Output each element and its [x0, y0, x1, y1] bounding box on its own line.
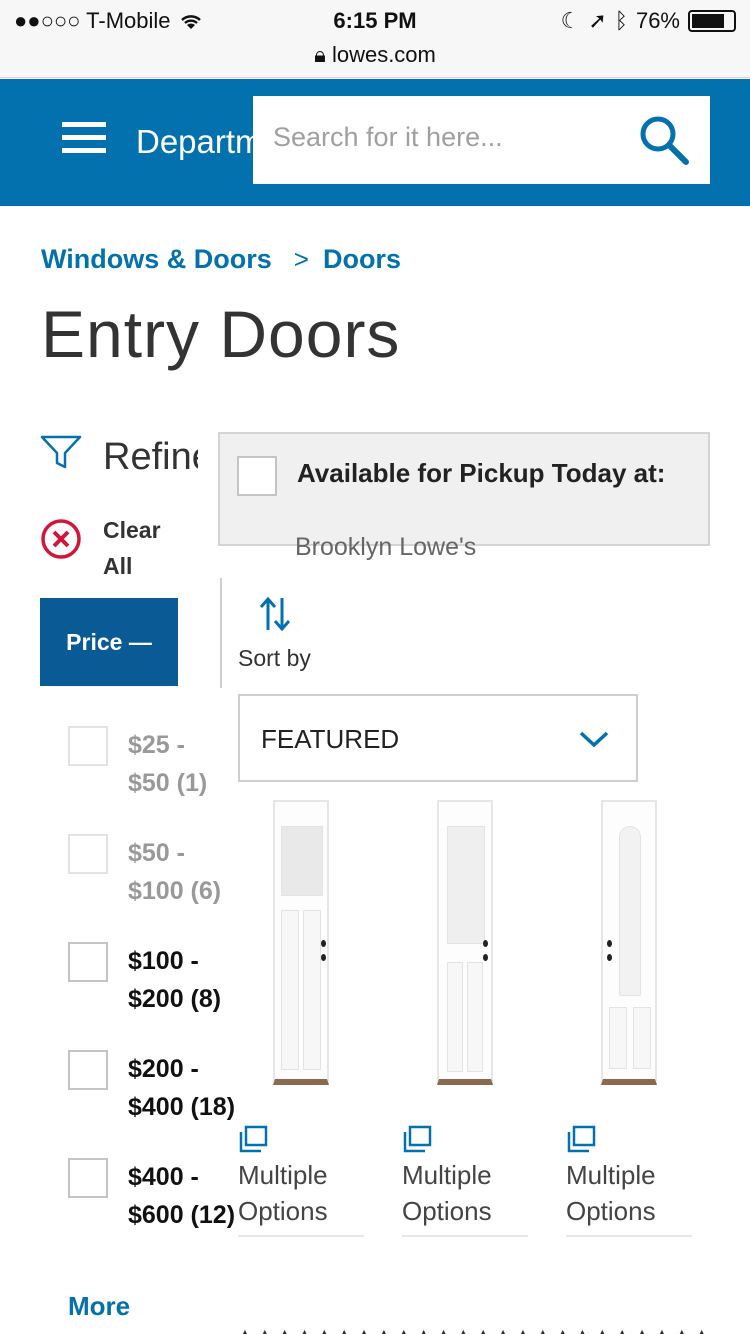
price-range-label: $200 - [128, 1055, 199, 1083]
multiple-options-icon [403, 1125, 432, 1153]
price-checkbox[interactable] [68, 1158, 108, 1198]
battery-percent: 76% [635, 8, 680, 33]
sort-label: Sort by [238, 645, 311, 671]
pickup-checkbox[interactable] [237, 456, 277, 496]
price-count-label: $50 (1) [128, 769, 208, 797]
moon-icon: ☾ [560, 8, 581, 33]
price-checkbox[interactable] [68, 834, 108, 874]
sort-dropdown[interactable]: FEATURED [238, 694, 638, 782]
product-image[interactable] [273, 800, 329, 1085]
price-range-label: $100 - [128, 947, 199, 975]
page-title: Entry Doors [41, 297, 401, 371]
multiple-options-label[interactable]: Multiple Options [402, 1157, 528, 1237]
clear-all-icon[interactable] [40, 518, 82, 560]
price-count-label: $200 (8) [128, 985, 222, 1013]
product-image[interactable] [437, 800, 493, 1085]
multiple-options-label[interactable]: Multiple Options [566, 1157, 692, 1237]
url-text: lowes.com [331, 42, 436, 67]
refine-label[interactable]: Refine [103, 436, 198, 479]
price-checkbox[interactable] [68, 1050, 108, 1090]
price-range-label: $25 - [128, 731, 185, 759]
chevron-right-icon: > [293, 244, 309, 274]
breadcrumb-link-windows-doors[interactable]: Windows & Doors [41, 244, 272, 275]
multiple-options-icon [239, 1125, 268, 1153]
rating-stars-partial: ▲▲▲▲▲▲▲▲▲▲▲▲▲▲▲▲▲▲▲▲▲▲▲▲▲▲▲ [238, 1325, 708, 1334]
departments-button[interactable]: Departments [136, 123, 266, 161]
pickup-filter[interactable]: Available for Pickup Today at: [218, 432, 710, 546]
breadcrumb-link-doors[interactable]: Doors [323, 244, 401, 275]
hamburger-menu-icon[interactable] [62, 122, 106, 154]
bluetooth-icon: ᛒ [614, 8, 628, 33]
lock-icon: 🔒︎ [314, 42, 326, 67]
product-image[interactable] [601, 800, 657, 1085]
price-count-label: $600 (12) [128, 1201, 236, 1229]
price-count-label: $100 (6) [128, 877, 222, 905]
collapse-icon: — [122, 628, 152, 655]
price-checkbox[interactable] [68, 942, 108, 982]
filter-icon[interactable] [40, 434, 82, 470]
pickup-store[interactable]: Brooklyn Lowe's [295, 533, 476, 562]
price-label: Price [66, 628, 123, 655]
multiple-options-icon [567, 1125, 596, 1153]
site-header: Departments [0, 79, 750, 206]
multiple-options-label[interactable]: Multiple Options [238, 1157, 364, 1237]
sort-selected-value: FEATURED [261, 724, 400, 754]
price-range-label: $400 - [128, 1163, 199, 1191]
battery-icon [688, 10, 736, 32]
breadcrumb: Windows & Doors > Doors [41, 244, 401, 275]
divider [220, 578, 222, 688]
location-icon: ➚ [588, 8, 607, 33]
pickup-title: Available for Pickup Today at: [297, 458, 666, 488]
price-count-label: $400 (18) [128, 1093, 236, 1121]
sort-icon[interactable] [258, 596, 292, 632]
price-accordion-button[interactable]: Price — [40, 598, 178, 686]
more-filters-link[interactable]: More [68, 1291, 130, 1322]
price-range-label: $50 - [128, 839, 185, 867]
clear-all-button[interactable]: Clear All [103, 512, 183, 584]
price-checkbox[interactable] [68, 726, 108, 766]
search-icon[interactable] [638, 114, 690, 166]
chevron-down-icon [579, 731, 609, 748]
search-bar [253, 96, 710, 184]
status-bar: ●●○○○ T-Mobile 6:15 PM ☾ ➚ ᛒ 76% 🔒︎ lowe… [0, 0, 750, 78]
url-bar[interactable]: 🔒︎ lowes.com [0, 42, 750, 68]
search-input[interactable] [273, 122, 613, 153]
